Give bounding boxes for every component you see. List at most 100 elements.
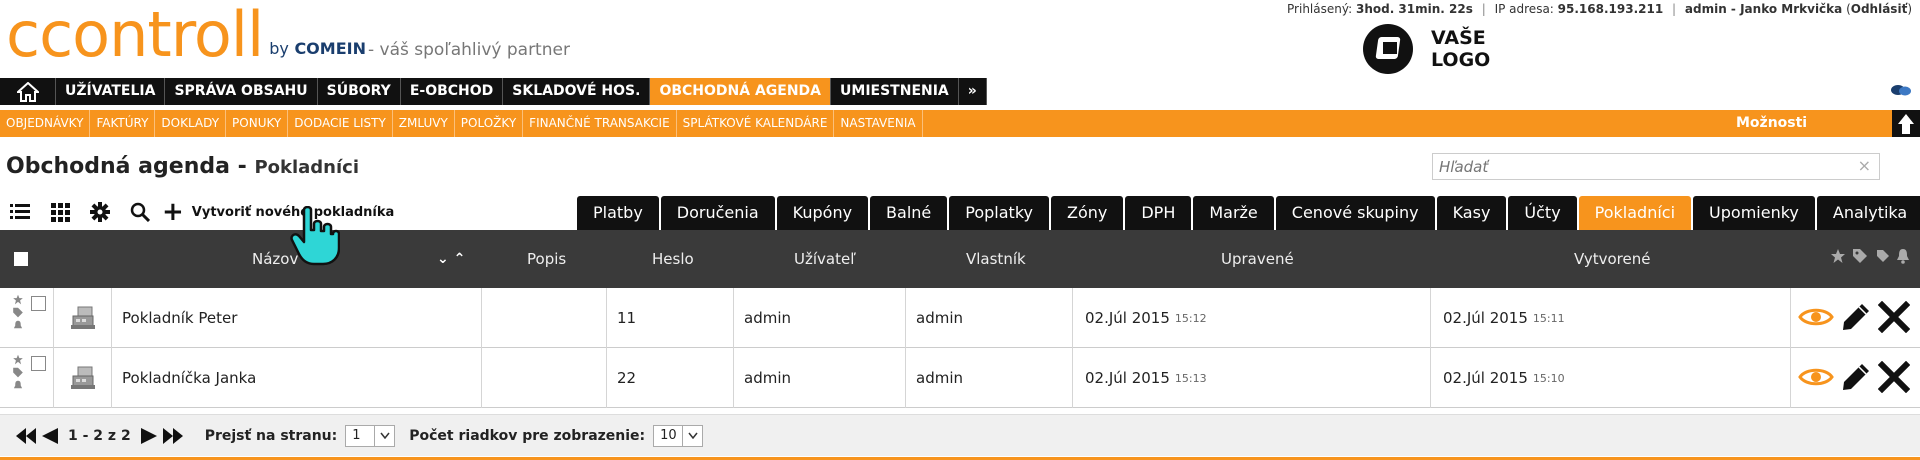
tab-accounts[interactable]: Účty [1508, 196, 1577, 230]
sub-nav-items[interactable]: POLOŽKY [455, 110, 524, 137]
bell-icon[interactable] [12, 320, 24, 331]
sub-nav-settings[interactable]: NASTAVENIA [834, 110, 923, 137]
tags-icon[interactable] [1874, 248, 1890, 264]
main-nav-users[interactable]: UŽÍVATELIA [56, 78, 166, 105]
star-icon[interactable] [1830, 248, 1846, 264]
main-nav-business[interactable]: OBCHODNÁ AGENDA [650, 78, 832, 105]
create-cashier-button[interactable]: + Vytvoriť nového pokladníka [160, 196, 400, 228]
search-box: × [1432, 153, 1880, 180]
tab-analytics[interactable]: Analytika [1816, 196, 1920, 230]
tab-zones[interactable]: Zóny [1050, 196, 1124, 230]
rows-per-page-select[interactable]: 10 [653, 424, 704, 447]
sub-nav-documents[interactable]: DOKLADY [155, 110, 227, 137]
delete-x-icon[interactable] [1878, 301, 1910, 333]
sub-nav-contracts[interactable]: ZMLUVY [393, 110, 455, 137]
tab-fees[interactable]: Poplatky [949, 196, 1049, 230]
ip-address: 95.168.193.211 [1557, 2, 1664, 16]
current-user[interactable]: admin - Janko Mrkvička [1685, 2, 1842, 16]
pager-range: 1 - 2 z 2 [68, 427, 131, 444]
logo-company-name: COMEIN [294, 39, 366, 58]
sub-nav-offers[interactable]: PONUKY [226, 110, 289, 137]
sub-nav-orders[interactable]: OBJEDNÁVKY [0, 110, 91, 137]
col-description[interactable]: Popis [527, 230, 566, 288]
sub-nav-installments[interactable]: SPLÁTKOVÉ KALENDÁRE [677, 110, 835, 137]
col-user[interactable]: Užívateľ [794, 230, 856, 288]
row-name[interactable]: Pokladníčka Janka [112, 348, 482, 408]
tag-icon[interactable] [1852, 248, 1868, 264]
row-checkbox[interactable] [31, 296, 46, 311]
sub-nav-transactions[interactable]: FINANČNÉ TRANSAKCIE [523, 110, 677, 137]
row-checkbox[interactable] [31, 356, 46, 371]
brand-logo[interactable]: ccontroll by COMEIN [6, 2, 366, 68]
col-updated[interactable]: Upravené [1221, 230, 1294, 288]
tab-cashiers[interactable]: Pokladníci [1578, 196, 1692, 230]
logged-label: Prihlásený: [1287, 2, 1353, 16]
main-nav-eshop[interactable]: E-OBCHOD [401, 78, 504, 105]
first-page-icon[interactable] [14, 427, 38, 445]
client-logo-line2: LOGO [1431, 49, 1491, 71]
row-created-date: 02.Júl 2015 [1443, 309, 1528, 327]
grid-view-button[interactable] [40, 196, 80, 228]
tab-reminders[interactable]: Upomienky [1693, 196, 1815, 230]
edit-pencil-icon[interactable] [1840, 301, 1872, 333]
options-menu[interactable]: Možnosti [1736, 110, 1807, 137]
view-eye-icon[interactable] [1798, 365, 1834, 389]
sub-nav-delivery-notes[interactable]: DODACIE LISTY [288, 110, 393, 137]
bell-icon[interactable] [1896, 248, 1910, 264]
row-flags-cell [0, 288, 54, 348]
row-description [482, 288, 607, 348]
main-nav-warehouse[interactable]: SKLADOVÉ HOS. [503, 78, 651, 105]
view-eye-icon[interactable] [1798, 305, 1834, 329]
row-password: 22 [607, 348, 734, 408]
bell-icon[interactable] [12, 380, 24, 391]
page-subtitle: Pokladníci [254, 157, 359, 178]
tab-coupons[interactable]: Kupóny [776, 196, 869, 230]
tag-icon[interactable] [12, 367, 24, 378]
row-password: 11 [607, 288, 734, 348]
sub-nav-invoices[interactable]: FAKTÚRY [90, 110, 156, 137]
main-nav-files[interactable]: SÚBORY [318, 78, 401, 105]
row-user: admin [734, 348, 906, 408]
pager-prev [14, 427, 60, 445]
select-all-checkbox[interactable] [14, 252, 28, 266]
goto-page-select[interactable]: 1 [345, 424, 396, 447]
delete-x-icon[interactable] [1878, 361, 1910, 393]
main-nav-content[interactable]: SPRÁVA OBSAHU [165, 78, 318, 105]
tab-payments[interactable]: Platby [577, 196, 659, 230]
row-updated-date: 02.Júl 2015 [1085, 309, 1170, 327]
page-title: Obchodná agenda - Pokladníci [6, 154, 359, 179]
col-owner[interactable]: Vlastník [966, 230, 1026, 288]
search-button[interactable] [120, 196, 160, 228]
col-password[interactable]: Heslo [652, 230, 694, 288]
main-nav-more[interactable]: » [959, 78, 987, 105]
list-view-button[interactable] [0, 196, 40, 228]
search-clear-icon[interactable]: × [1858, 156, 1871, 175]
last-page-icon[interactable] [161, 427, 185, 445]
tab-packing[interactable]: Balné [870, 196, 948, 230]
next-page-icon[interactable] [139, 427, 159, 445]
scroll-top-button[interactable] [1892, 110, 1920, 137]
prev-page-icon[interactable] [40, 427, 60, 445]
tab-margins[interactable]: Marže [1193, 196, 1274, 230]
settings-button[interactable] [80, 196, 120, 228]
col-created[interactable]: Vytvorené [1574, 230, 1650, 288]
main-nav-locations[interactable]: UMIESTNENIA [831, 78, 959, 105]
star-icon[interactable] [12, 294, 24, 305]
home-button[interactable] [0, 78, 56, 105]
row-name[interactable]: Pokladník Peter [112, 288, 482, 348]
tag-icon[interactable] [12, 307, 24, 318]
star-icon[interactable] [12, 354, 24, 365]
edit-pencil-icon[interactable] [1840, 361, 1872, 393]
tab-price-groups[interactable]: Cenové skupiny [1275, 196, 1435, 230]
tab-vat[interactable]: DPH [1125, 196, 1192, 230]
search-input[interactable] [1433, 154, 1843, 179]
tab-registers[interactable]: Kasy [1436, 196, 1507, 230]
chat-icon[interactable] [1890, 83, 1912, 97]
row-updated-time: 15:13 [1174, 371, 1207, 385]
tab-deliveries[interactable]: Doručenia [660, 196, 775, 230]
logout-link[interactable]: Odhlásiť [1851, 2, 1908, 16]
table-row[interactable]: Pokladník Peter 11 admin admin 02.Júl 20… [0, 288, 1920, 348]
sort-arrows[interactable]: ⌄ ⌃ [437, 230, 465, 288]
table-row[interactable]: Pokladníčka Janka 22 admin admin 02.Júl … [0, 348, 1920, 408]
list-icon [10, 204, 30, 219]
